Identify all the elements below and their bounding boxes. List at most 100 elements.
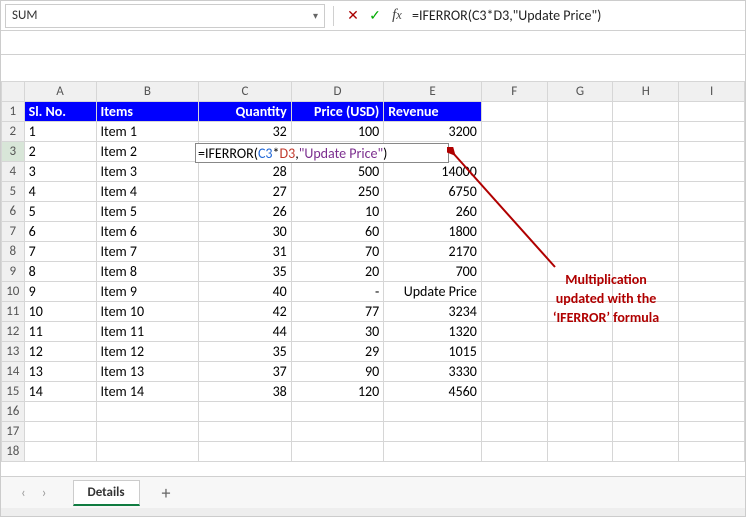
cell[interactable]: 3200 <box>384 122 482 142</box>
cell[interactable]: 31 <box>199 242 291 262</box>
cell[interactable] <box>96 402 199 422</box>
cell[interactable] <box>613 102 679 122</box>
cell[interactable]: Item 2 <box>96 142 199 162</box>
cell[interactable]: 44 <box>199 322 291 342</box>
cell[interactable] <box>24 402 96 422</box>
cell[interactable] <box>481 182 547 202</box>
cell[interactable] <box>547 162 613 182</box>
cell[interactable] <box>679 442 745 462</box>
cell[interactable] <box>679 122 745 142</box>
cell[interactable] <box>481 202 547 222</box>
cell[interactable]: 38 <box>199 382 291 402</box>
row-header[interactable]: 18 <box>2 442 25 462</box>
col-header[interactable]: E <box>384 82 482 102</box>
cell[interactable]: 13 <box>24 362 96 382</box>
cell[interactable]: 30 <box>199 222 291 242</box>
cell[interactable]: 6750 <box>384 182 482 202</box>
cell[interactable]: 100 <box>291 122 383 142</box>
cell-edit-overlay[interactable]: =IFERROR(C3*D3,"Update Price") <box>195 143 449 163</box>
col-header[interactable]: I <box>679 82 745 102</box>
cell[interactable]: 1 <box>24 122 96 142</box>
cell[interactable]: 37 <box>199 362 291 382</box>
cell[interactable]: Item 3 <box>96 162 199 182</box>
cell[interactable] <box>96 442 199 462</box>
cell[interactable]: 1320 <box>384 322 482 342</box>
cell[interactable]: 3330 <box>384 362 482 382</box>
cell[interactable]: Item 13 <box>96 362 199 382</box>
cell[interactable]: Item 8 <box>96 262 199 282</box>
cell[interactable] <box>481 102 547 122</box>
cell[interactable] <box>547 122 613 142</box>
cell[interactable] <box>384 402 482 422</box>
cell[interactable]: 27 <box>199 182 291 202</box>
cell[interactable]: 35 <box>199 262 291 282</box>
cell[interactable]: Item 1 <box>96 122 199 142</box>
row-header[interactable]: 6 <box>2 202 25 222</box>
cell[interactable] <box>613 442 679 462</box>
sheet-tab-details[interactable]: Details <box>73 480 140 506</box>
cell[interactable] <box>481 142 547 162</box>
cell[interactable] <box>547 142 613 162</box>
cell[interactable]: Quantity <box>199 102 291 122</box>
cell[interactable]: 260 <box>384 202 482 222</box>
cell[interactable]: 70 <box>291 242 383 262</box>
cell[interactable] <box>613 142 679 162</box>
cell[interactable]: 60 <box>291 222 383 242</box>
cell[interactable] <box>547 382 613 402</box>
cell[interactable] <box>384 422 482 442</box>
cell[interactable]: Price (USD) <box>291 102 383 122</box>
cell[interactable] <box>679 142 745 162</box>
cell[interactable] <box>679 402 745 422</box>
cell[interactable] <box>547 102 613 122</box>
cell[interactable]: 20 <box>291 262 383 282</box>
cell[interactable]: 35 <box>199 342 291 362</box>
cell[interactable]: Item 6 <box>96 222 199 242</box>
cell[interactable]: 26 <box>199 202 291 222</box>
cell[interactable]: 42 <box>199 302 291 322</box>
cell[interactable] <box>613 422 679 442</box>
cell[interactable]: 7 <box>24 242 96 262</box>
cell[interactable] <box>613 342 679 362</box>
cell[interactable]: 32 <box>199 122 291 142</box>
cell[interactable]: 6 <box>24 222 96 242</box>
cell[interactable]: Item 10 <box>96 302 199 322</box>
cell[interactable] <box>547 422 613 442</box>
row-header[interactable]: 7 <box>2 222 25 242</box>
cell[interactable]: 500 <box>291 162 383 182</box>
row-header[interactable]: 2 <box>2 122 25 142</box>
cell[interactable] <box>547 362 613 382</box>
cell[interactable] <box>613 242 679 262</box>
cell[interactable] <box>547 182 613 202</box>
cell[interactable]: 250 <box>291 182 383 202</box>
cell[interactable] <box>199 402 291 422</box>
cell[interactable] <box>547 342 613 362</box>
cell[interactable] <box>679 342 745 362</box>
formula-input[interactable] <box>408 5 741 26</box>
cell[interactable]: 3234 <box>384 302 482 322</box>
chevron-down-icon[interactable]: ▾ <box>313 9 318 22</box>
cell[interactable]: 120 <box>291 382 383 402</box>
add-sheet-icon[interactable]: + <box>154 482 179 504</box>
cell[interactable]: 4 <box>24 182 96 202</box>
cell[interactable] <box>679 382 745 402</box>
col-header[interactable]: G <box>547 82 613 102</box>
cell[interactable] <box>481 422 547 442</box>
cell[interactable]: 30 <box>291 322 383 342</box>
cell[interactable]: Item 11 <box>96 322 199 342</box>
row-header[interactable]: 12 <box>2 322 25 342</box>
row-header[interactable]: 8 <box>2 242 25 262</box>
cell[interactable] <box>291 402 383 422</box>
cell[interactable] <box>96 422 199 442</box>
row-header[interactable]: 14 <box>2 362 25 382</box>
row-header[interactable]: 10 <box>2 282 25 302</box>
col-header[interactable]: B <box>96 82 199 102</box>
cell[interactable]: 12 <box>24 342 96 362</box>
cell[interactable]: 77 <box>291 302 383 322</box>
row-header[interactable]: 5 <box>2 182 25 202</box>
cell[interactable] <box>613 382 679 402</box>
cell[interactable]: Update Price <box>384 282 482 302</box>
cell[interactable]: Item 12 <box>96 342 199 362</box>
cell[interactable] <box>679 102 745 122</box>
cell[interactable]: 9 <box>24 282 96 302</box>
cell[interactable] <box>481 382 547 402</box>
